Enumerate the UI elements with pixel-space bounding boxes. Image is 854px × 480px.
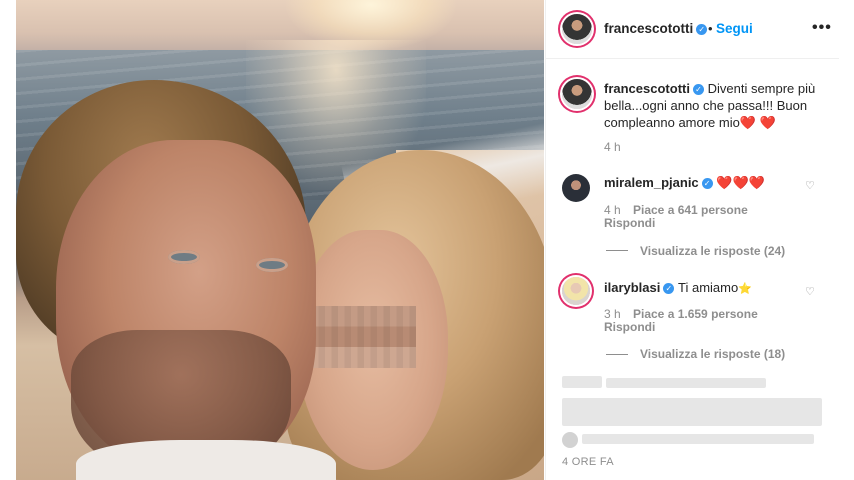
caption-hearts-emoji: ❤️ ❤️ — [739, 115, 776, 130]
caption-time[interactable]: 4 h — [604, 140, 621, 154]
post-header: francescototti ✓ • Segui ••• — [546, 0, 839, 59]
replies-divider-line — [606, 354, 628, 355]
blurred-action-icons — [562, 376, 602, 388]
comment-verified-badge-icon: ✓ — [701, 178, 713, 189]
caption-username[interactable]: francescototti — [604, 81, 690, 96]
author-username[interactable]: francescototti ✓ — [604, 21, 708, 36]
verified-badge-icon: ✓ — [696, 24, 708, 35]
comment-reply-button[interactable]: Rispondi — [604, 216, 655, 230]
post-side-panel: francescototti ✓ • Segui ••• francescotot… — [545, 0, 839, 480]
comment-reply-button[interactable]: Rispondi — [604, 320, 655, 334]
comment-like-heart-icon[interactable]: ♡ — [805, 285, 815, 298]
comment-text: Ti amiamo — [678, 280, 739, 295]
blurred-likes-row — [606, 378, 766, 388]
blurred-action-bar — [562, 398, 822, 426]
caption-avatar[interactable] — [562, 79, 592, 109]
comment-avatar[interactable] — [562, 277, 590, 305]
separator-dot: • — [708, 21, 713, 36]
view-replies-button[interactable]: Visualizza le risposte (24) — [640, 244, 785, 258]
author-avatar[interactable] — [562, 14, 592, 44]
comment-avatar[interactable] — [562, 174, 590, 202]
comment-username-text[interactable]: miralem_pjanic — [604, 175, 699, 190]
photo-pixelated-face — [312, 306, 416, 368]
photo-man-eye-left — [168, 250, 200, 264]
author-username-text[interactable]: francescototti — [604, 21, 693, 36]
comment-likes[interactable]: Piace a 641 persone — [633, 203, 748, 217]
comment-likes[interactable]: Piace a 1.659 persone — [633, 307, 758, 321]
post-timestamp[interactable]: 4 ORE FA — [562, 456, 614, 468]
comment-username-text[interactable]: ilaryblasi — [604, 280, 660, 295]
more-options-icon[interactable]: ••• — [812, 19, 832, 37]
instagram-post-frame: francescototti ✓ • Segui ••• francescotot… — [0, 0, 854, 480]
comment-verified-badge-icon: ✓ — [663, 283, 675, 294]
comment-time[interactable]: 3 h — [604, 307, 621, 321]
photo-man-eye-right — [256, 258, 288, 272]
comment-time[interactable]: 4 h — [604, 203, 621, 217]
photo-man-shirt — [76, 440, 336, 480]
follow-button[interactable]: Segui — [716, 21, 753, 36]
replies-divider-line — [606, 250, 628, 251]
comment-star-emoji: ⭐ — [738, 283, 752, 295]
comment-hearts-emoji: ❤️❤️❤️ — [716, 175, 765, 190]
post-photo[interactable] — [16, 0, 544, 480]
caption-verified-badge-icon: ✓ — [692, 84, 704, 95]
blurred-liked-by-row — [582, 434, 814, 444]
comment-username[interactable]: ilaryblasi ✓ Ti amiamo⭐ — [604, 280, 752, 295]
view-replies-button[interactable]: Visualizza le risposte (18) — [640, 347, 785, 361]
blurred-avatar — [562, 432, 578, 448]
comment-username[interactable]: miralem_pjanic ✓ ❤️❤️❤️ — [604, 175, 765, 191]
comment-like-heart-icon[interactable]: ♡ — [805, 179, 815, 192]
caption: francescototti ✓ Diventi sempre più bella… — [604, 80, 819, 131]
